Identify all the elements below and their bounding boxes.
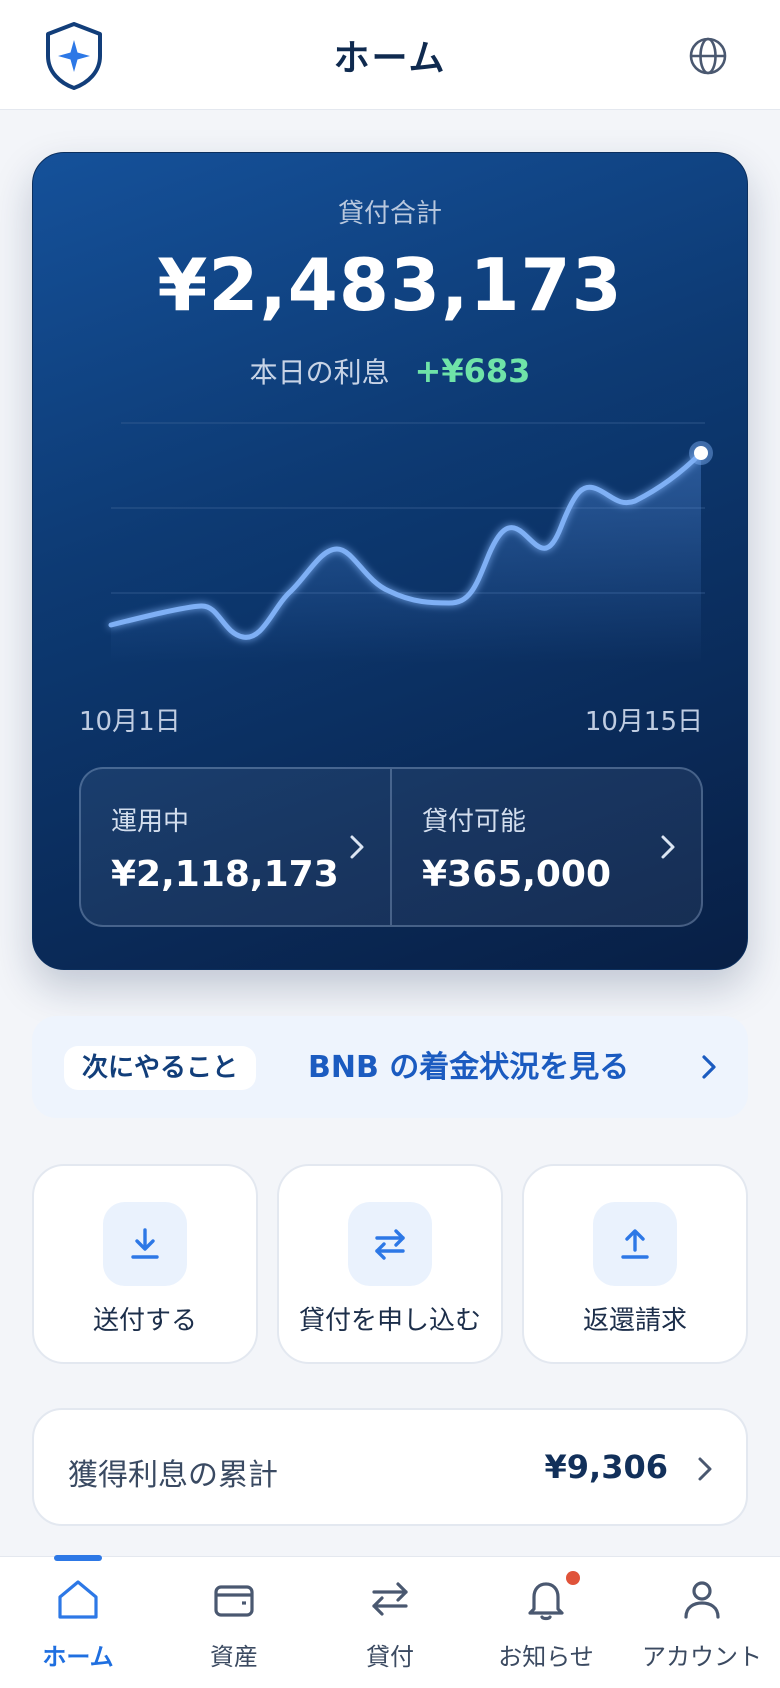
download-icon <box>103 1202 187 1286</box>
balance-chart <box>108 422 713 663</box>
app-header: ホーム <box>0 0 780 110</box>
apply-loan-label: 貸付を申し込む <box>298 1306 481 1336</box>
nav-item-assets[interactable]: 資産 <box>156 1557 312 1688</box>
chevron-right-icon <box>661 835 675 859</box>
chevron-right-icon <box>350 835 364 859</box>
send-button[interactable]: 送付する <box>32 1164 258 1364</box>
total-amount: ¥2,483,173 <box>157 243 623 327</box>
daily-interest: 本日の利息 +¥683 <box>33 351 747 391</box>
accumulated-interest-label: 獲得利息の累計 <box>68 1458 278 1493</box>
chevron-right-icon <box>698 1457 712 1481</box>
next-action-pill: 次にやること <box>64 1046 257 1090</box>
wallet-icon <box>214 1585 254 1617</box>
chart-endpoint-dot <box>694 446 708 460</box>
nav-label-assets: 資産 <box>210 1643 258 1671</box>
chart-area <box>111 453 701 663</box>
balance-breakdown: 運用中 ¥2,118,173 貸付可能 ¥365,000 <box>79 767 703 927</box>
globe-icon[interactable] <box>688 36 728 76</box>
return-request-button[interactable]: 返還請求 <box>522 1164 748 1364</box>
total-label: 貸付合計 <box>337 199 442 229</box>
nav-active-indicator <box>54 1555 102 1561</box>
swap-icon <box>372 1582 408 1616</box>
chart-start-date: 10月1日 <box>79 707 181 737</box>
nav-label-loans: 貸付 <box>366 1643 414 1671</box>
nav-label-notifications: お知らせ <box>498 1643 594 1671</box>
home-icon <box>58 1580 98 1619</box>
return-request-label: 返還請求 <box>582 1306 687 1336</box>
page-title: ホーム <box>333 37 447 79</box>
in-use-item[interactable]: 運用中 ¥2,118,173 <box>81 769 390 925</box>
nav-item-loans[interactable]: 貸付 <box>312 1557 468 1688</box>
nav-item-account[interactable]: アカウント <box>624 1557 780 1688</box>
nav-item-notifications[interactable]: お知らせ <box>468 1557 624 1688</box>
nav-label-home: ホーム <box>42 1643 114 1671</box>
chevron-right-icon <box>702 1055 716 1079</box>
next-action-text: BNB の着金状況を見る <box>308 1050 630 1085</box>
shield-logo-icon <box>46 22 102 90</box>
accumulated-interest-row[interactable]: 獲得利息の累計 ¥9,306 <box>32 1408 748 1526</box>
upload-icon <box>593 1202 677 1286</box>
notification-badge <box>566 1571 580 1585</box>
balance-card: 貸付合計 ¥2,483,173 本日の利息 +¥683 10月1日 10月15日… <box>32 152 748 970</box>
accumulated-interest-value: ¥9,306 <box>544 1448 668 1486</box>
nav-label-account: アカウント <box>642 1643 762 1671</box>
daily-interest-value: +¥683 <box>414 352 531 390</box>
chart-end-date: 10月15日 <box>584 707 703 737</box>
nav-item-home[interactable]: ホーム <box>0 1555 156 1688</box>
user-icon <box>684 1581 720 1619</box>
bottom-nav: ホーム 資産 貸付 お知らせ アカウント <box>0 1555 780 1688</box>
next-action-banner[interactable]: 次にやること BNB の着金状況を見る <box>32 1016 748 1118</box>
apply-loan-button[interactable]: 貸付を申し込む <box>277 1164 503 1364</box>
daily-interest-label: 本日の利息 <box>249 356 390 389</box>
swap-icon <box>348 1202 432 1286</box>
available-item[interactable]: 貸付可能 ¥365,000 <box>390 769 701 925</box>
send-label: 送付する <box>92 1306 197 1336</box>
bell-icon <box>528 1582 564 1621</box>
